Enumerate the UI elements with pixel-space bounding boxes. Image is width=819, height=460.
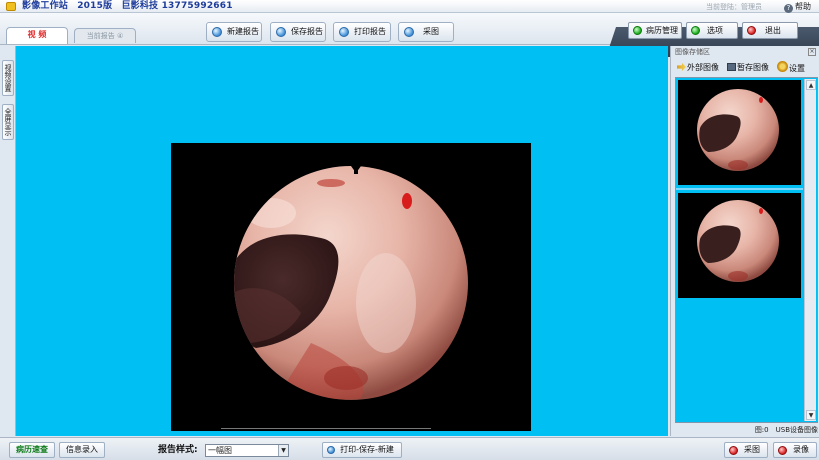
thumbnail-image-2[interactable] <box>678 193 801 298</box>
tab-current-report[interactable]: 当前报告 ④ <box>74 28 136 43</box>
options-green-dot-icon <box>691 26 700 35</box>
storage-status: 图:0 USB设备图像 <box>754 426 818 434</box>
panel-close-icon[interactable]: × <box>808 48 816 56</box>
external-image-button[interactable]: 外部图像 <box>677 61 719 75</box>
thumbnail-1-image <box>697 89 779 171</box>
chevron-down-icon[interactable]: ▼ <box>278 445 288 456</box>
report-style-label: 报告样式: <box>158 445 198 455</box>
print-report-label: 打印报告 <box>354 27 386 36</box>
help-label: 帮助 <box>795 2 811 11</box>
storage-toolbar: 外部图像 暂存图像 设置 <box>671 61 819 75</box>
video-frame <box>171 143 531 431</box>
thumbnail-2-image <box>697 200 779 282</box>
video-display-area[interactable] <box>16 46 668 436</box>
print-report-button[interactable]: 打印报告 <box>333 22 391 42</box>
main-toolbar: 视 频 当前报告 ④ 新建报告 保存报告 打印报告 采图 病历管理 选项 退出 <box>0 13 819 57</box>
scroll-down-icon[interactable]: ▼ <box>806 410 816 420</box>
image-storage-title: 图像存储区 <box>675 48 710 56</box>
history-label: 病历管理 <box>646 26 678 35</box>
print-save-new-button[interactable]: 打印-保存-新建 <box>322 442 402 458</box>
arrow-right-icon <box>677 63 686 71</box>
help-icon: ? <box>784 4 793 13</box>
history-green-dot-icon <box>633 26 642 35</box>
save-report-button[interactable]: 保存报告 <box>270 22 326 42</box>
save-disk-icon <box>727 63 736 71</box>
report-style-select[interactable]: 一幅图 ▼ <box>205 444 289 457</box>
print-save-new-icon <box>327 446 335 454</box>
store-settings-button[interactable]: 设置 <box>777 61 805 76</box>
options-label: 选项 <box>707 26 723 35</box>
app-title: 影像工作站 2015版 巨影科技 13775992661 <box>22 1 233 11</box>
video-scan-line <box>221 428 431 429</box>
options-button[interactable]: 选项 <box>686 22 738 39</box>
exit-red-dot-icon <box>747 26 756 35</box>
report-style-value: 一幅图 <box>208 446 232 455</box>
capture-toolbar-label: 采图 <box>423 27 439 36</box>
quick-query-button[interactable]: 病历速查 <box>9 442 55 458</box>
temp-save-button[interactable]: 暂存图像 <box>727 61 769 75</box>
bottom-bar: 病历速查 信息录入 报告样式: 一幅图 ▼ 打印-保存-新建 采图 录像 <box>0 437 819 460</box>
thumbnail-image-1[interactable] <box>678 80 801 185</box>
save-report-label: 保存报告 <box>291 27 323 36</box>
capture-toolbar-button[interactable]: 采图 <box>398 22 454 42</box>
info-entry-button[interactable]: 信息录入 <box>59 442 105 458</box>
capture-red-dot-icon <box>729 446 738 455</box>
login-status: 当前登陆：管理员 <box>706 3 762 11</box>
record-button[interactable]: 录像 <box>773 442 817 458</box>
capture-label: 采图 <box>744 445 760 454</box>
image-storage-panel: 图像存储区 × 外部图像 暂存图像 设置 ▲ ▼ 图:0 USB设备图像 <box>670 46 819 436</box>
endoscope-live-image <box>234 166 468 400</box>
save-report-icon <box>276 27 286 37</box>
thumbnail-list: ▲ ▼ <box>675 77 818 423</box>
capture-button[interactable]: 采图 <box>724 442 768 458</box>
left-side-strip: 视频设置 全屏显示 <box>0 46 16 436</box>
title-bar: 影像工作站 2015版 巨影科技 13775992661 当前登陆：管理员 ? 帮… <box>0 0 819 13</box>
capture-toolbar-icon <box>404 27 414 37</box>
print-report-icon <box>339 27 349 37</box>
external-image-label: 外部图像 <box>687 63 719 72</box>
record-label: 录像 <box>793 445 809 454</box>
temp-save-label: 暂存图像 <box>737 63 769 72</box>
record-red-dot-icon <box>778 446 787 455</box>
new-report-button[interactable]: 新建报告 <box>206 22 262 42</box>
scroll-up-icon[interactable]: ▲ <box>806 80 816 90</box>
help-button[interactable]: ? 帮助 <box>784 0 811 13</box>
tab-video[interactable]: 视 频 <box>6 27 68 44</box>
gear-icon <box>777 61 788 72</box>
app-logo-icon <box>6 2 16 11</box>
store-settings-label: 设置 <box>789 64 805 73</box>
thumbnail-scrollbar[interactable]: ▲ ▼ <box>804 79 816 421</box>
thumbnail-separator <box>676 188 803 190</box>
fullscreen-tab[interactable]: 全屏显示 <box>2 104 14 140</box>
history-button[interactable]: 病历管理 <box>628 22 682 39</box>
exit-label: 退出 <box>765 26 781 35</box>
exit-button[interactable]: 退出 <box>742 22 798 39</box>
video-settings-tab[interactable]: 视频设置 <box>2 60 14 96</box>
new-report-icon <box>212 27 222 37</box>
new-report-label: 新建报告 <box>227 27 259 36</box>
print-save-new-label: 打印-保存-新建 <box>340 445 394 454</box>
